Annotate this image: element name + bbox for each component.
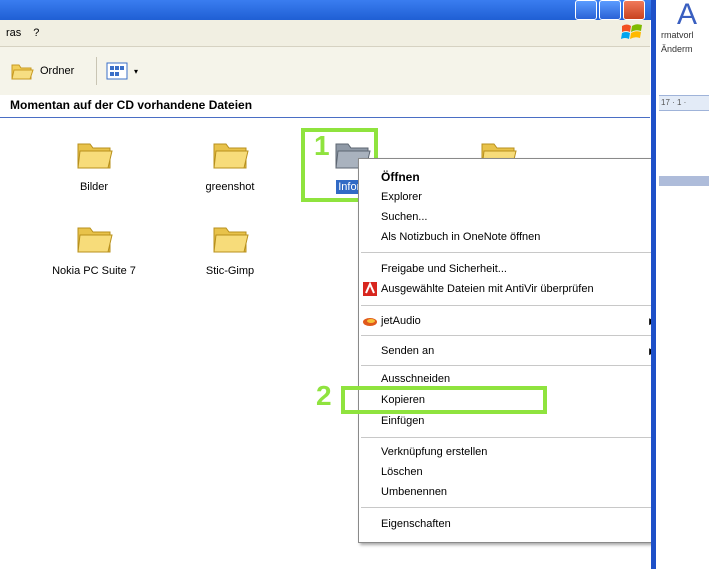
menu-item-label: Verknüpfung erstellen [381,446,488,458]
menu-bar: ras ? [0,20,650,47]
menu-separator [361,507,664,508]
menu-item-send-to[interactable]: Senden an ▶ [359,341,666,361]
menu-item-onenote[interactable]: Als Notizbuch in OneNote öffnen [359,227,666,247]
file-item-nokia-pc-suite[interactable]: Nokia PC Suite 7 [44,222,144,278]
menu-item-extras[interactable]: ras [0,27,27,39]
menu-item-label: Freigabe und Sicherheit... [381,263,507,275]
toolbar-separator [96,57,97,85]
folder-icon [77,227,113,253]
file-label: Bilder [79,181,109,193]
window-border [651,0,656,569]
folder-icon [11,64,34,80]
menu-item-label: Umbenennen [381,486,448,498]
menu-item-paste[interactable]: Einfügen [359,411,666,431]
menu-separator [361,305,664,306]
close-button[interactable] [623,0,645,20]
menu-item-search[interactable]: Suchen... [359,207,666,227]
windows-logo-icon [621,24,642,39]
file-item-bilder[interactable]: Bilder [44,138,144,194]
menu-item-label: Ausgewählte Dateien mit AntiVir überprüf… [381,283,594,295]
file-item-stic-gimp[interactable]: Stic-Gimp [180,222,280,278]
background-window: A rmatvorl Änderm 17 · 1 · [651,0,709,569]
menu-item-label: Löschen [381,466,423,478]
folder-header: Momentan auf der CD vorhandene Dateien [0,95,650,119]
folders-button[interactable]: Ordner [10,59,74,83]
context-menu: Öffnen Explorer Suchen... Als Notizbuch … [358,158,667,543]
menu-item-sharing[interactable]: Freigabe und Sicherheit... [359,259,666,279]
file-item-greenshot[interactable]: greenshot [180,138,280,194]
minimize-button[interactable] [575,0,597,20]
toolbar: Ordner ▾ [0,47,650,96]
folder-icon [213,227,249,253]
menu-item-label: Eigenschaften [381,518,451,530]
file-label: Stic-Gimp [205,265,255,277]
background-window-text: rmatvorl [661,30,694,40]
jetaudio-icon [363,318,377,326]
menu-item-label: Ausschneiden [381,373,451,385]
menu-item-open[interactable]: Öffnen [359,167,666,187]
folders-button-label: Ordner [40,65,75,77]
menu-separator [361,252,664,253]
menu-item-antivir[interactable]: Ausgewählte Dateien mit AntiVir überprüf… [359,279,666,299]
chevron-down-icon: ▾ [134,66,139,76]
menu-separator [361,335,664,336]
title-bar [0,0,709,20]
background-window-bar [659,176,709,186]
menu-item-rename[interactable]: Umbenennen [359,482,666,502]
folder-header-text: Momentan auf der CD vorhandene Dateien [10,98,253,112]
folder-icon [77,143,113,169]
step-number-2: 2 [316,380,332,411]
menu-separator [361,437,664,438]
menu-item-properties[interactable]: Eigenschaften [359,514,666,534]
file-label: greenshot [205,181,255,193]
menu-item-explorer[interactable]: Explorer [359,187,666,207]
ruler-text: 17 · 1 · [661,98,687,107]
menu-item-create-shortcut[interactable]: Verknüpfung erstellen [359,442,666,462]
menu-item-label: Einfügen [381,415,425,427]
step-number-1: 1 [314,130,330,161]
views-icon [106,62,128,80]
menu-item-delete[interactable]: Löschen [359,462,666,482]
menu-item-label: jetAudio [381,315,421,327]
style-preview-letter: A [677,0,698,31]
background-window-text: Änderm [661,44,693,54]
highlight-box-step-2 [341,386,547,414]
antivir-icon [363,281,377,296]
maximize-button[interactable] [599,0,621,20]
menu-separator [361,365,664,366]
menu-item-label: Suchen... [381,211,428,223]
window-controls [575,0,645,20]
file-label: Nokia PC Suite 7 [52,265,136,277]
menu-item-label: Als Notizbuch in OneNote öffnen [381,231,541,243]
menu-item-label: Explorer [381,191,422,203]
menu-item-label: Senden an [381,345,435,357]
menu-item-jetaudio[interactable]: jetAudio ▶ [359,311,666,331]
menu-item-help[interactable]: ? [27,27,45,39]
views-button[interactable]: ▾ [106,59,138,83]
ruler: 17 · 1 · [659,95,709,111]
menu-item-label: Öffnen [381,170,420,184]
folder-icon [213,143,249,169]
